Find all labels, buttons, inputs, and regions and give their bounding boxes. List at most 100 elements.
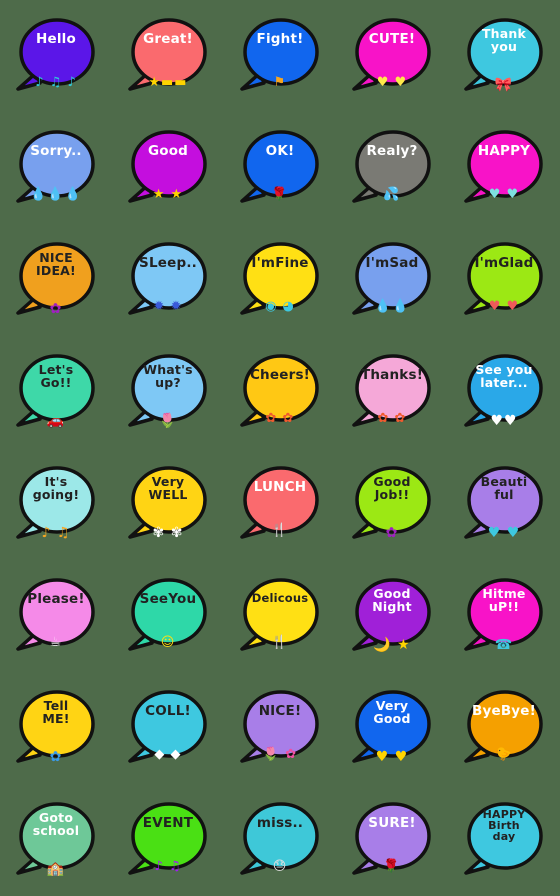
emoji-sticker[interactable]: Good Night 🌙 ★ bbox=[350, 577, 434, 655]
sticker-cell: Fight! ⚑ bbox=[224, 0, 336, 112]
speech-bubble-shape bbox=[352, 466, 431, 539]
speech-bubble-shape bbox=[128, 802, 207, 875]
emoji-sticker[interactable]: OK! 🌹 bbox=[238, 129, 322, 207]
emoji-sticker[interactable]: Thank you 🎀 bbox=[462, 17, 546, 95]
emoji-sticker[interactable]: See you later... ♥♥ bbox=[462, 353, 546, 431]
emoji-sticker[interactable]: miss.. 😓 bbox=[238, 801, 322, 879]
sticker-cell: NICE IDEA! ✿ bbox=[0, 224, 112, 336]
emoji-sticker[interactable]: I'mFine ◉ ◕ bbox=[238, 241, 322, 319]
speech-bubble-shape bbox=[16, 242, 95, 315]
sticker-cell: Delicous 🍴 bbox=[224, 560, 336, 672]
speech-bubble-shape bbox=[240, 130, 319, 203]
speech-bubble-shape bbox=[128, 690, 207, 763]
emoji-sticker[interactable]: Cheers! ✿ ✿ bbox=[238, 353, 322, 431]
speech-bubble-shape bbox=[16, 18, 95, 91]
sticker-cell: OK! 🌹 bbox=[224, 112, 336, 224]
emoji-sticker[interactable]: What's up? 🌷 bbox=[126, 353, 210, 431]
emoji-sticker[interactable]: Good ★ ★ bbox=[126, 129, 210, 207]
emoji-sticker[interactable]: It's going! ♪ ♫ bbox=[14, 465, 98, 543]
emoji-sticker[interactable]: HAPPY Birth day bbox=[462, 801, 546, 879]
sticker-cell: Thank you 🎀 bbox=[448, 0, 560, 112]
emoji-sticker[interactable]: Tell ME! ✿ bbox=[14, 689, 98, 767]
sticker-cell: SLeep.. ✹ ✹ bbox=[112, 224, 224, 336]
speech-bubble-shape bbox=[352, 18, 431, 91]
sticker-cell: Tell ME! ✿ bbox=[0, 672, 112, 784]
sticker-cell: miss.. 😓 bbox=[224, 784, 336, 896]
speech-bubble-shape bbox=[16, 466, 95, 539]
sticker-cell: I'mSad 💧💧 bbox=[336, 224, 448, 336]
speech-bubble-shape bbox=[16, 578, 95, 651]
sticker-cell: Hello ♪ ♫ ♪ bbox=[0, 0, 112, 112]
sticker-cell: Realy? 💦 bbox=[336, 112, 448, 224]
speech-bubble-shape bbox=[352, 242, 431, 315]
sticker-cell: Beauti ful ♥ ♥ bbox=[448, 448, 560, 560]
sticker-cell: Goto school 🏫 bbox=[0, 784, 112, 896]
speech-bubble-shape bbox=[128, 130, 207, 203]
emoji-sticker[interactable]: ByeBye! 🐤 bbox=[462, 689, 546, 767]
speech-bubble-shape bbox=[352, 130, 431, 203]
speech-bubble-shape bbox=[464, 802, 543, 875]
speech-bubble-shape bbox=[240, 466, 319, 539]
speech-bubble-shape bbox=[128, 354, 207, 427]
emoji-sticker[interactable]: Please! ☕ bbox=[14, 577, 98, 655]
emoji-sticker[interactable]: NICE! 🌷 ✿ bbox=[238, 689, 322, 767]
sticker-cell: Good Night 🌙 ★ bbox=[336, 560, 448, 672]
emoji-sticker[interactable]: Hello ♪ ♫ ♪ bbox=[14, 17, 98, 95]
emoji-sticker[interactable]: CUTE! ♥ ♥ bbox=[350, 17, 434, 95]
emoji-sticker[interactable]: Very Good ♥ ♥ bbox=[350, 689, 434, 767]
sticker-cell: Good ★ ★ bbox=[112, 112, 224, 224]
sticker-cell: HAPPY ♥ ♥ bbox=[448, 112, 560, 224]
speech-bubble-shape bbox=[240, 242, 319, 315]
emoji-sticker[interactable]: I'mGlad ♥ ♥ bbox=[462, 241, 546, 319]
speech-bubble-shape bbox=[464, 690, 543, 763]
sticker-cell: ByeBye! 🐤 bbox=[448, 672, 560, 784]
emoji-sticker[interactable]: I'mSad 💧💧 bbox=[350, 241, 434, 319]
emoji-sticker[interactable]: SLeep.. ✹ ✹ bbox=[126, 241, 210, 319]
emoji-sticker[interactable]: Beauti ful ♥ ♥ bbox=[462, 465, 546, 543]
speech-bubble-shape bbox=[16, 690, 95, 763]
emoji-sticker[interactable]: LUNCH 🍴 bbox=[238, 465, 322, 543]
speech-bubble-shape bbox=[240, 802, 319, 875]
emoji-sticker[interactable]: SeeYou ☺ bbox=[126, 577, 210, 655]
emoji-sticker[interactable]: EVENT ♪ ♫ bbox=[126, 801, 210, 879]
emoji-sticker[interactable]: Goto school 🏫 bbox=[14, 801, 98, 879]
emoji-sticker[interactable]: Good Job!! ✿ bbox=[350, 465, 434, 543]
speech-bubble-shape bbox=[16, 130, 95, 203]
emoji-sticker[interactable]: SURE! 🌹 bbox=[350, 801, 434, 879]
sticker-cell: What's up? 🌷 bbox=[112, 336, 224, 448]
speech-bubble-shape bbox=[464, 242, 543, 315]
speech-bubble-shape bbox=[464, 18, 543, 91]
emoji-sticker[interactable]: NICE IDEA! ✿ bbox=[14, 241, 98, 319]
emoji-sticker[interactable]: COLL! ◆ ◆ bbox=[126, 689, 210, 767]
sticker-cell: EVENT ♪ ♫ bbox=[112, 784, 224, 896]
emoji-sticker[interactable]: Thanks! ✿ ✿ bbox=[350, 353, 434, 431]
speech-bubble-shape bbox=[240, 354, 319, 427]
sticker-cell: LUNCH 🍴 bbox=[224, 448, 336, 560]
sticker-cell: Hitme uP!! ☎ bbox=[448, 560, 560, 672]
speech-bubble-shape bbox=[128, 18, 207, 91]
speech-bubble-shape bbox=[240, 690, 319, 763]
speech-bubble-shape bbox=[352, 578, 431, 651]
emoji-sticker[interactable]: HAPPY ♥ ♥ bbox=[462, 129, 546, 207]
sticker-cell: SURE! 🌹 bbox=[336, 784, 448, 896]
emoji-sticker[interactable]: Very WELL ✾ ✾ bbox=[126, 465, 210, 543]
speech-bubble-shape bbox=[464, 578, 543, 651]
emoji-sticker[interactable]: Realy? 💦 bbox=[350, 129, 434, 207]
sticker-cell: Very Good ♥ ♥ bbox=[336, 672, 448, 784]
speech-bubble-shape bbox=[16, 354, 95, 427]
emoji-sticker[interactable]: Fight! ⚑ bbox=[238, 17, 322, 95]
emoji-sticker[interactable]: Sorry.. 💧💧💧 bbox=[14, 129, 98, 207]
speech-bubble-shape bbox=[16, 802, 95, 875]
emoji-sticker[interactable]: Hitme uP!! ☎ bbox=[462, 577, 546, 655]
sticker-cell: Thanks! ✿ ✿ bbox=[336, 336, 448, 448]
emoji-sticker[interactable]: Let's Go!! 🚗 bbox=[14, 353, 98, 431]
speech-bubble-shape bbox=[240, 578, 319, 651]
emoji-sticker[interactable]: Delicous 🍴 bbox=[238, 577, 322, 655]
sticker-cell: Very WELL ✾ ✾ bbox=[112, 448, 224, 560]
speech-bubble-shape bbox=[352, 802, 431, 875]
sticker-cell: Let's Go!! 🚗 bbox=[0, 336, 112, 448]
emoji-sticker[interactable]: Great! ★▬▬ bbox=[126, 17, 210, 95]
sticker-cell: NICE! 🌷 ✿ bbox=[224, 672, 336, 784]
sticker-cell: See you later... ♥♥ bbox=[448, 336, 560, 448]
speech-bubble-shape bbox=[352, 354, 431, 427]
